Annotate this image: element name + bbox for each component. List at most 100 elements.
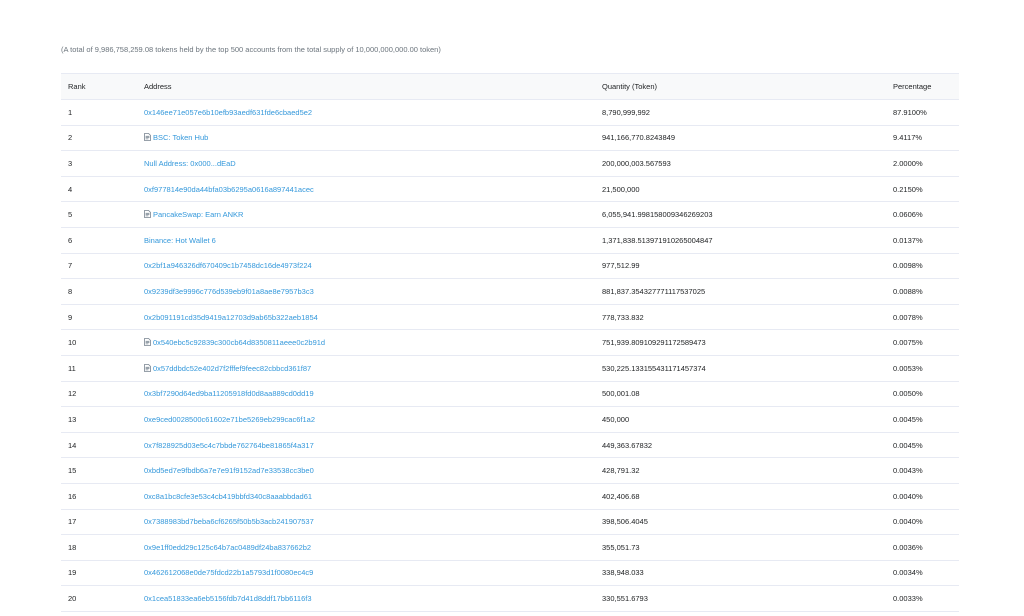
percentage-cell: 0.0075% <box>893 329 959 356</box>
address-cell: 0x2b091191cd35d9419a12703d9ab65b322aeb18… <box>144 304 602 331</box>
rank-column-header: Rank <box>61 73 144 100</box>
holder-address-link[interactable]: 0x2b091191cd35d9419a12703d9ab65b322aeb18… <box>144 313 318 322</box>
table-row: 7 0x2bf1a946326df670409c1b7458dc16de4973f… <box>61 253 959 280</box>
table-row: 6 Binance: Hot Wallet 6 1,371,838.51397191… <box>61 227 959 254</box>
file-contract-icon <box>144 338 151 347</box>
quantity-cell: 8,790,999,992 <box>602 99 893 126</box>
address-cell: 0x7f828925d03e5c4c7bbde762764be81865f4a3… <box>144 432 602 459</box>
address-cell: 0x9239df3e9996c776d539eb9f01a8ae8e7957b3… <box>144 278 602 305</box>
table-row: 18 0x9e1ff0edd29c125c64b7ac0489df24ba8376… <box>61 534 959 561</box>
holder-address-link[interactable]: Binance: Hot Wallet 6 <box>144 236 216 245</box>
holder-address-link[interactable]: PancakeSwap: Earn ANKR <box>153 210 243 219</box>
rank-cell: 9 <box>61 304 144 331</box>
address-cell: PancakeSwap: Earn ANKR <box>144 201 602 228</box>
percentage-cell: 0.0098% <box>893 253 959 280</box>
percentage-cell: 0.0045% <box>893 406 959 433</box>
table-row: 12 0x3bf7290d64ed9ba11205918fd0d8aa889cd0… <box>61 381 959 408</box>
address-cell: 0x57ddbdc52e402d7f2fffef9feec82cbbcd361f… <box>144 355 602 382</box>
address-cell: 0x540ebc5c92839c300cb64d8350811aeee0c2b9… <box>144 329 602 356</box>
quantity-cell: 6,055,941.998158009346269203 <box>602 201 893 228</box>
rank-cell: 6 <box>61 227 144 254</box>
holder-address-link[interactable]: 0xf977814e90da44bfa03b6295a0616a897441ac… <box>144 185 314 194</box>
quantity-cell: 402,406.68 <box>602 483 893 510</box>
holder-address-link[interactable]: 0x9e1ff0edd29c125c64b7ac0489df24ba837662… <box>144 543 311 552</box>
percentage-column-header: Percentage <box>893 73 959 100</box>
quantity-cell: 338,948.033 <box>602 560 893 587</box>
rank-cell: 3 <box>61 150 144 177</box>
table-header-row: Rank Address Quantity (Token) Percentage <box>61 73 959 100</box>
rank-cell: 8 <box>61 278 144 305</box>
rank-cell: 11 <box>61 355 144 382</box>
address-cell: Null Address: 0x000...dEaD <box>144 150 602 177</box>
table-row: 2 BSC: Token Hub 941,166,770.8243849 9.4117… <box>61 125 959 152</box>
rank-cell: 17 <box>61 509 144 536</box>
address-cell: 0x7388983bd7beba6cf6265f50b5b3acb2419075… <box>144 509 602 536</box>
holder-address-link[interactable]: Null Address: 0x000...dEaD <box>144 159 236 168</box>
holder-address-link[interactable]: BSC: Token Hub <box>153 133 208 142</box>
table-row: 16 0xc8a1bc8cfe3e53c4cb419bbfd340c8aaabbd… <box>61 483 959 510</box>
rank-cell: 10 <box>61 329 144 356</box>
quantity-cell: 500,001.08 <box>602 381 893 408</box>
percentage-cell: 0.0040% <box>893 483 959 510</box>
quantity-cell: 428,791.32 <box>602 457 893 484</box>
rank-cell: 16 <box>61 483 144 510</box>
holder-address-link[interactable]: 0x57ddbdc52e402d7f2fffef9feec82cbbcd361f… <box>153 364 311 373</box>
file-contract-icon <box>144 210 151 219</box>
holder-address-link[interactable]: 0x462612068e0de75fdcd22b1a5793d1f0080ec4… <box>144 568 313 577</box>
quantity-cell: 941,166,770.8243849 <box>602 125 893 152</box>
quantity-cell: 200,000,003.567593 <box>602 150 893 177</box>
table-row: 4 0xf977814e90da44bfa03b6295a0616a897441a… <box>61 176 959 203</box>
percentage-cell: 2.0000% <box>893 150 959 177</box>
percentage-cell: 0.0053% <box>893 355 959 382</box>
address-cell: 0xc8a1bc8cfe3e53c4cb419bbfd340c8aaabbdad… <box>144 483 602 510</box>
address-cell: Binance: Hot Wallet 6 <box>144 227 602 254</box>
table-row: 1 0x146ee71e057e6b10efb93aedf631fde6cbaed… <box>61 99 959 126</box>
holder-address-link[interactable]: 0xc8a1bc8cfe3e53c4cb419bbfd340c8aaabbdad… <box>144 492 312 501</box>
table-row: 15 0xbd5ed7e9fbdb6a7e7e91f9152ad7e33538cc… <box>61 457 959 484</box>
address-cell: 0xbd5ed7e9fbdb6a7e7e91f9152ad7e33538cc3b… <box>144 457 602 484</box>
percentage-cell: 87.9100% <box>893 99 959 126</box>
quantity-cell: 330,551.6793 <box>602 585 893 612</box>
holder-address-link[interactable]: 0x3bf7290d64ed9ba11205918fd0d8aa889cd0dd… <box>144 389 314 398</box>
percentage-cell: 0.0078% <box>893 304 959 331</box>
table-row: 20 0x1cea51833ea6eb5156fdb7d41d8ddf17bb61… <box>61 585 959 612</box>
quantity-cell: 1,371,838.513971910265004847 <box>602 227 893 254</box>
quantity-cell: 778,733.832 <box>602 304 893 331</box>
holder-address-link[interactable]: 0xbd5ed7e9fbdb6a7e7e91f9152ad7e33538cc3b… <box>144 466 314 475</box>
rank-cell: 15 <box>61 457 144 484</box>
percentage-cell: 0.0088% <box>893 278 959 305</box>
address-cell: BSC: Token Hub <box>144 125 602 152</box>
holder-address-link[interactable]: 0x146ee71e057e6b10efb93aedf631fde6cbaed5… <box>144 108 312 117</box>
rank-cell: 18 <box>61 534 144 561</box>
percentage-cell: 0.0033% <box>893 585 959 612</box>
quantity-cell: 21,500,000 <box>602 176 893 203</box>
percentage-cell: 0.0137% <box>893 227 959 254</box>
holder-address-link[interactable]: 0x2bf1a946326df670409c1b7458dc16de4973f2… <box>144 261 312 270</box>
rank-cell: 19 <box>61 560 144 587</box>
address-cell: 0x2bf1a946326df670409c1b7458dc16de4973f2… <box>144 253 602 280</box>
holder-address-link[interactable]: 0x7388983bd7beba6cf6265f50b5b3acb2419075… <box>144 517 314 526</box>
address-cell: 0x146ee71e057e6b10efb93aedf631fde6cbaed5… <box>144 99 602 126</box>
table-body: 1 0x146ee71e057e6b10efb93aedf631fde6cbaed… <box>61 99 959 612</box>
token-holders-table: Rank Address Quantity (Token) Percentage… <box>61 73 959 612</box>
percentage-cell: 0.0040% <box>893 509 959 536</box>
percentage-cell: 0.0050% <box>893 381 959 408</box>
holder-address-link[interactable]: 0x9239df3e9996c776d539eb9f01a8ae8e7957b3… <box>144 287 314 296</box>
rank-cell: 2 <box>61 125 144 152</box>
table-row: 14 0x7f828925d03e5c4c7bbde762764be81865f4… <box>61 432 959 459</box>
holder-address-link[interactable]: 0x1cea51833ea6eb5156fdb7d41d8ddf17bb6116… <box>144 594 312 603</box>
quantity-cell: 355,051.73 <box>602 534 893 561</box>
holder-address-link[interactable]: 0x7f828925d03e5c4c7bbde762764be81865f4a3… <box>144 441 314 450</box>
percentage-cell: 0.2150% <box>893 176 959 203</box>
table-row: 10 0x540ebc5c92839c300cb64d8350811aeee0c2… <box>61 329 959 356</box>
rank-cell: 13 <box>61 406 144 433</box>
table-row: 8 0x9239df3e9996c776d539eb9f01a8ae8e7957b… <box>61 278 959 305</box>
table-row: 3 Null Address: 0x000...dEaD 200,000,003.5… <box>61 150 959 177</box>
address-column-header: Address <box>144 73 602 100</box>
address-cell: 0xf977814e90da44bfa03b6295a0616a897441ac… <box>144 176 602 203</box>
holder-address-link[interactable]: 0xe9ced0028500c61602e71be5269eb299cac6f1… <box>144 415 315 424</box>
quantity-cell: 398,506.4045 <box>602 509 893 536</box>
percentage-cell: 0.0034% <box>893 560 959 587</box>
quantity-cell: 530,225.133155431171457374 <box>602 355 893 382</box>
holder-address-link[interactable]: 0x540ebc5c92839c300cb64d8350811aeee0c2b9… <box>153 338 325 347</box>
